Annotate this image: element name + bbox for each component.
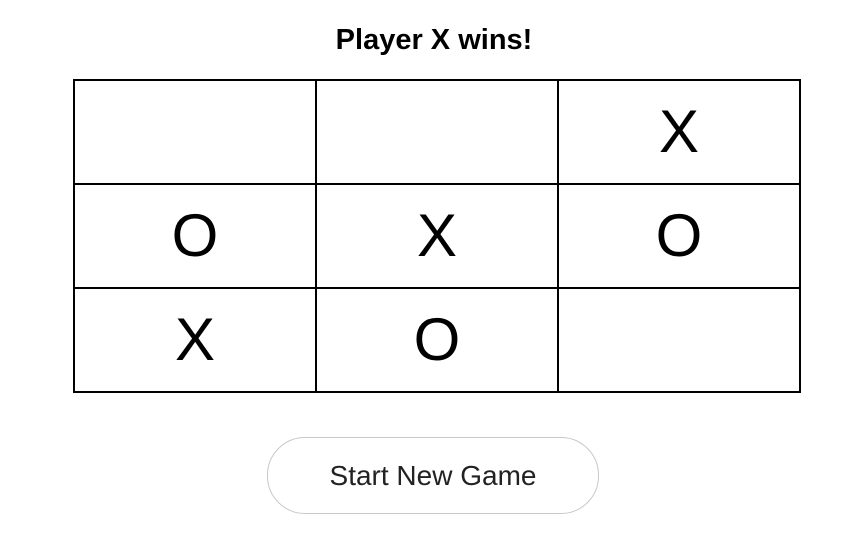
board-cell[interactable] [73,79,317,185]
board-row: X O [73,287,801,393]
board-cell[interactable]: O [557,183,801,289]
board-cell[interactable] [315,79,559,185]
board-row: O X O [73,183,801,289]
board-cell[interactable]: X [315,183,559,289]
board-cell[interactable]: X [557,79,801,185]
board-cell[interactable]: X [73,287,317,393]
game-status: Player X wins! [335,24,533,56]
board-cell[interactable]: O [315,287,559,393]
game-board: X O X O X O [73,79,801,393]
board-row: X [73,79,801,185]
start-new-game-button[interactable]: Start New Game [267,437,599,514]
board-cell[interactable]: O [73,183,317,289]
board-cell[interactable] [557,287,801,393]
